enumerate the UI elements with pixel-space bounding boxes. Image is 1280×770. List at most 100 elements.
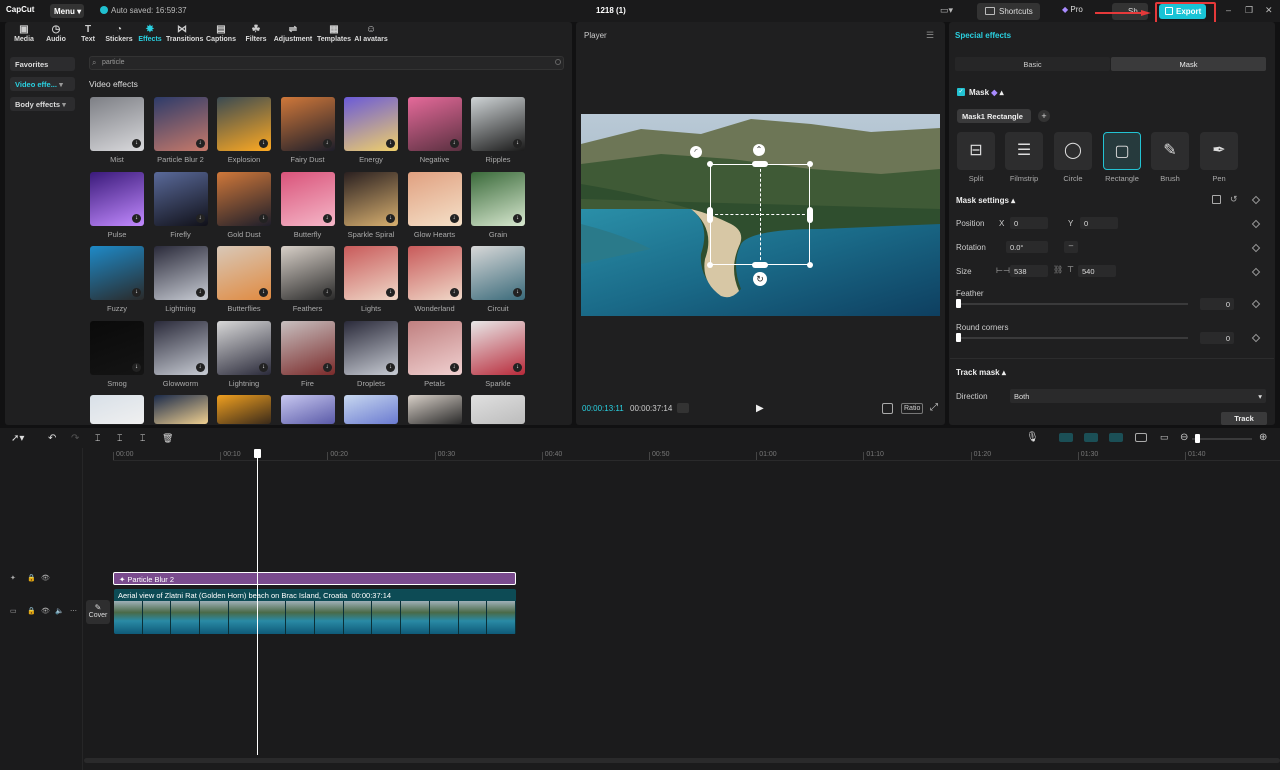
visibility-icon[interactable]: 👁 [41,574,50,582]
mask-shape-brush[interactable]: ✎ [1151,132,1189,170]
download-icon[interactable]: ↓ [513,288,522,297]
effect-thumbnail[interactable]: ↓ [344,97,398,151]
effect-thumbnail[interactable]: ↓ [344,171,398,226]
pro-badge[interactable]: ◆ Pro [1062,5,1083,14]
effect-thumbnail[interactable]: ↓ [471,246,525,300]
select-tool-icon[interactable]: ➚▾ [11,433,24,444]
tab-ai-avatars[interactable]: ☺ AI avatars [350,24,392,46]
linkage-icon[interactable] [1109,433,1123,442]
corner-handle[interactable] [707,262,713,268]
round-corner-handle-icon[interactable]: ◜ [690,146,702,158]
layout-icon[interactable]: ▭▾ [940,5,953,16]
add-mask-icon[interactable]: + [1038,110,1050,122]
download-icon[interactable]: ↓ [449,139,459,148]
download-icon[interactable]: ↓ [259,288,268,297]
effect-thumbnail[interactable]: ↓ [90,97,144,151]
mask-shape-filmstrip[interactable]: ☰ [1005,132,1043,170]
split-icon[interactable]: ⌶ [95,433,100,444]
round-corners-input[interactable]: 0 [1200,332,1234,344]
size-width-input[interactable]: 538 [1010,265,1048,277]
timeline-toggle-icon[interactable] [677,403,689,413]
maximize-icon[interactable]: ❐ [1245,5,1253,16]
effect-thumbnail[interactable] [407,395,462,424]
sidebar-favorites[interactable]: Favorites [10,57,75,71]
redo-icon[interactable]: ↷ [71,433,79,444]
corner-handle[interactable] [807,161,813,167]
effect-thumbnail[interactable]: ↓ [90,246,144,300]
delete-icon[interactable]: 🗑 [162,433,173,444]
download-icon[interactable]: ↓ [513,213,522,223]
download-icon[interactable]: ↓ [132,213,141,223]
effect-thumbnail[interactable]: ↓ [471,171,525,226]
position-x-input[interactable]: 0 [1010,217,1048,229]
effect-thumbnail[interactable]: ↓ [217,171,271,226]
sidebar-body-effects[interactable]: Body effects ▾ [10,97,75,111]
delete-left-icon[interactable]: ⌶ [117,433,122,444]
download-icon[interactable]: ↓ [513,139,522,148]
download-icon[interactable]: ↓ [259,362,268,372]
tab-transitions[interactable]: ⋈ Transitions [166,24,203,46]
download-icon[interactable]: ↓ [513,362,522,372]
effect-thumbnail[interactable]: ↓ [153,246,208,300]
tab-mask[interactable]: Mask [1111,57,1266,71]
tab-effects[interactable]: ✸ Effects [134,24,166,46]
minimize-icon[interactable]: – [1226,5,1231,15]
player-menu-icon[interactable]: ☰ [926,30,934,41]
zoom-slider[interactable] [1192,438,1252,440]
download-icon[interactable]: ↓ [322,213,332,223]
download-icon[interactable]: ↓ [195,362,205,372]
effect-thumbnail[interactable] [217,395,271,424]
invert-icon[interactable] [1212,195,1221,204]
effect-thumbnail[interactable]: ↓ [344,246,398,300]
effect-thumbnail[interactable]: ↓ [280,97,335,151]
effect-clip[interactable]: ✦ Particle Blur 2 [113,572,516,585]
size-height-input[interactable]: 540 [1078,265,1116,277]
download-icon[interactable]: ↓ [386,139,395,148]
resize-handle[interactable] [807,207,813,223]
feather-slider-thumb[interactable] [956,299,961,308]
download-icon[interactable]: ↓ [132,139,141,148]
zoom-slider-thumb[interactable] [1195,434,1200,443]
direction-select[interactable]: Both ▾ [1010,389,1266,403]
search-input[interactable]: particle [89,56,564,70]
round-corners-slider[interactable] [958,337,1188,339]
download-icon[interactable]: ↓ [386,213,395,223]
effect-thumbnail[interactable] [471,395,525,424]
corner-handle[interactable] [807,262,813,268]
download-icon[interactable]: ↓ [195,213,205,223]
resize-handle[interactable] [707,207,713,223]
download-icon[interactable]: ↓ [386,362,395,372]
tab-templates[interactable]: ▦ Templates [313,24,355,46]
sidebar-video-effects[interactable]: Video effe... ▾ [10,77,75,91]
effect-thumbnail[interactable]: ↓ [90,171,144,226]
resize-handle[interactable] [752,161,768,167]
effect-thumbnail[interactable]: ↓ [344,320,398,375]
main-track-magnet-icon[interactable] [1059,433,1073,442]
tab-media[interactable]: ▣ Media [8,24,40,46]
mask-shape-split[interactable]: ⊟ [957,132,995,170]
download-icon[interactable]: ↓ [259,213,268,223]
effect-thumbnail[interactable]: ↓ [280,171,335,226]
effect-thumbnail[interactable]: ↓ [471,320,525,375]
tab-adjustment[interactable]: ⇌ Adjustment [272,24,314,46]
tab-stickers[interactable]: ◔ Stickers [103,24,135,46]
feather-input[interactable]: 0 [1200,298,1234,310]
rotate-handle-icon[interactable]: ↻ [753,272,767,286]
download-icon[interactable]: ↓ [259,139,268,148]
download-icon[interactable]: ↓ [449,213,459,223]
mask-name-chip[interactable]: Mask1 Rectangle [957,109,1031,123]
download-icon[interactable]: ↓ [132,362,141,372]
effect-thumbnail[interactable]: ↓ [153,171,208,226]
effect-thumbnail[interactable]: ↓ [407,320,462,375]
lock-icon[interactable]: 🔒 [27,607,36,615]
effect-thumbnail[interactable] [280,395,335,424]
download-icon[interactable]: ↓ [195,139,205,148]
download-icon[interactable]: ↓ [322,362,332,372]
fit-icon[interactable] [882,403,893,414]
effect-thumbnail[interactable]: ↓ [90,320,144,375]
effect-thumbnail[interactable]: ↓ [217,246,271,300]
download-icon[interactable]: ↓ [132,288,141,297]
playhead-line[interactable] [257,455,258,755]
microphone-icon[interactable]: 🎙 [1026,432,1039,443]
download-icon[interactable]: ↓ [322,288,332,297]
